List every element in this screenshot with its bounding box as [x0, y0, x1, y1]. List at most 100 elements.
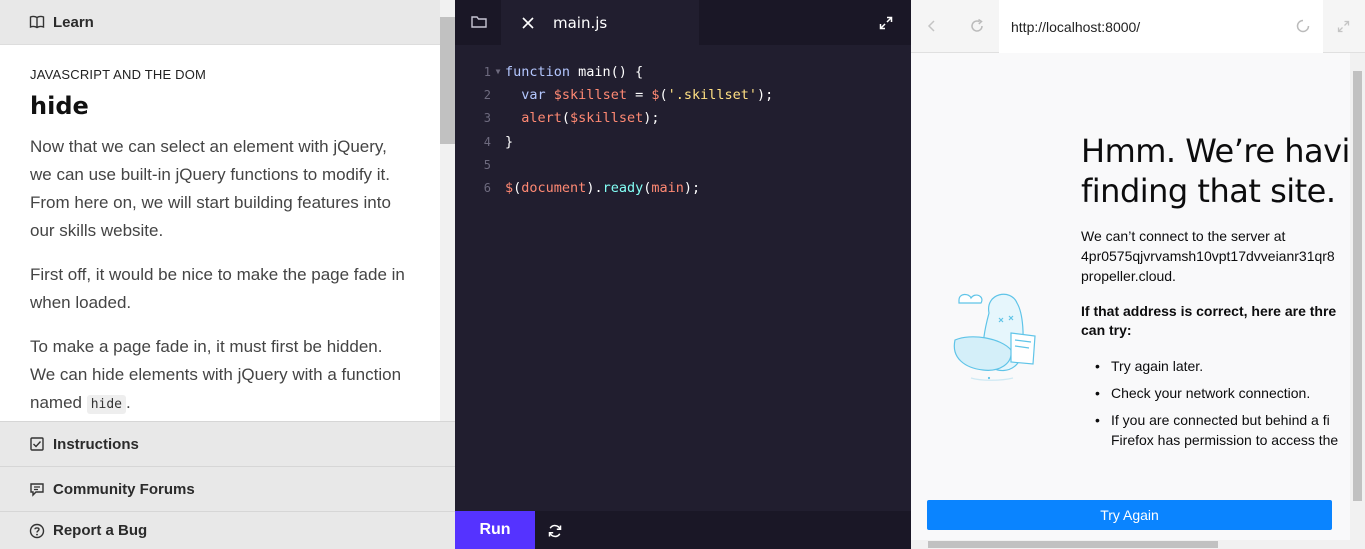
code-line: 3 alert($skillset); [455, 107, 911, 130]
lesson-kicker: JAVASCRIPT AND THE DOM [30, 67, 207, 82]
code-area[interactable]: 1 ▼ function main() { 2 var $skillset = $(… [455, 60, 911, 200]
code-line: 4} [455, 130, 911, 153]
code-token: main() { [570, 63, 644, 80]
list-item-text: Firefox has permission to access the [1111, 432, 1339, 448]
inline-code: hide [86, 395, 127, 414]
lesson-content: JAVASCRIPT AND THE DOM hide Now that we … [0, 45, 440, 421]
learn-header[interactable]: Learn [0, 0, 440, 45]
loading-spinner-icon [1296, 19, 1310, 33]
error-description: We can’t connect to the server at 4pr057… [1081, 226, 1335, 286]
error-desc-line: propeller.cloud. [1081, 268, 1176, 284]
error-desc-line: We can’t connect to the server at [1081, 228, 1286, 244]
code-line: 6 $(document). ready(main); [455, 176, 911, 199]
line-number: 4 [483, 134, 491, 149]
line-number: 2 [483, 87, 491, 102]
tab-label: main.js [553, 13, 608, 32]
community-forums-label: Community Forums [53, 480, 195, 498]
lesson-paragraph: First off, it would be nice to make the … [30, 265, 405, 312]
expand-icon[interactable] [879, 16, 893, 30]
error-desc-line: 4pr0575qjvrvamsh10vpt17dvveianr31qr8 [1081, 248, 1335, 264]
chat-icon [29, 481, 45, 497]
instructions-button[interactable]: Instructions [0, 421, 455, 466]
expand-icon[interactable] [1337, 20, 1350, 33]
code-token: alert [521, 110, 562, 127]
suggestion-list: Try again later. Check your network conn… [1095, 356, 1338, 457]
checkbox-icon [29, 436, 45, 452]
folder-icon[interactable] [470, 14, 488, 30]
code-line: 5 [455, 153, 911, 176]
error-title: Hmm. We’re having finding that site. [1081, 131, 1350, 211]
close-icon[interactable] [521, 16, 535, 30]
scrollbar-thumb[interactable] [1353, 71, 1362, 501]
line-number: 3 [483, 111, 491, 126]
code-token: ( [643, 180, 652, 197]
code-token: } [505, 133, 514, 150]
editor-toolbar: Run [455, 511, 911, 549]
url-text: http://localhost:8000/ [1011, 18, 1141, 35]
code-token: '.skillset' [667, 86, 758, 103]
try-again-button[interactable]: Try Again [927, 500, 1332, 530]
code-token: = [626, 86, 652, 103]
list-item: Check your network connection. [1095, 383, 1338, 403]
learn-panel: Learn JAVASCRIPT AND THE DOM hide Now th… [0, 0, 455, 549]
learn-header-label: Learn [53, 13, 94, 31]
code-token: $ [505, 180, 514, 197]
fold-arrow-icon[interactable]: ▼ [491, 67, 505, 76]
error-title-line: Hmm. We’re having [1081, 132, 1350, 170]
scrollbar-thumb[interactable] [928, 541, 1218, 548]
code-token: ); [643, 110, 660, 127]
code-token: ready [602, 180, 644, 197]
list-item: Try again later. [1095, 356, 1338, 376]
lesson-scrollbar[interactable] [440, 0, 455, 421]
error-suggestions-heading: If that address is correct, here are thr… [1081, 302, 1336, 340]
run-button[interactable]: Run [455, 511, 535, 549]
lesson-scrollbar-thumb[interactable] [440, 17, 455, 144]
horizontal-scrollbar[interactable] [911, 540, 1365, 549]
paragraph-text: To make a page fade in, it must first be… [30, 337, 402, 412]
community-forums-button[interactable]: Community Forums [0, 466, 455, 511]
code-token: ( [659, 86, 668, 103]
heading-line: can try: [1081, 322, 1132, 338]
instructions-label: Instructions [53, 435, 139, 453]
browser-preview: http://localhost:8000/ Hmm. We’re having… [911, 0, 1365, 549]
code-token: function [505, 63, 571, 80]
list-item-text: Try again later. [1111, 358, 1204, 374]
error-title-line: finding that site. [1081, 172, 1336, 210]
code-token: $skillset [553, 86, 627, 103]
code-line: 1 ▼ function main() { [455, 60, 911, 83]
report-bug-button[interactable]: Report a Bug [0, 511, 455, 549]
report-bug-label: Report a Bug [53, 522, 148, 539]
code-token: ); [757, 86, 774, 103]
list-item-text: If you are connected but behind a fi [1111, 412, 1330, 428]
tab-main-js[interactable]: main.js [501, 0, 699, 45]
reload-icon[interactable] [969, 18, 985, 34]
error-page: Hmm. We’re having finding that site. We … [911, 53, 1350, 540]
code-token: ( [561, 110, 571, 127]
code-token: var [521, 86, 546, 103]
vertical-scrollbar[interactable] [1350, 53, 1365, 540]
code-token: main [651, 180, 684, 197]
paragraph-text: . [126, 393, 131, 412]
code-token: $skillset [570, 110, 644, 127]
line-number: 6 [483, 181, 491, 196]
address-bar[interactable]: http://localhost:8000/ [999, 0, 1323, 53]
heading-line: If that address is correct, here are thr… [1081, 303, 1337, 319]
code-token: ( [513, 180, 522, 197]
code-line: 2 var $skillset = $('.skillset'); [455, 83, 911, 106]
lesson-paragraph: Now that we can select an element with j… [30, 137, 391, 240]
browser-toolbar: http://localhost:8000/ [911, 0, 1365, 53]
code-token: $ [651, 86, 660, 103]
help-circle-icon [29, 523, 45, 539]
lesson-title: hide [30, 92, 89, 120]
code-token: ). [586, 180, 603, 197]
list-item: If you are connected but behind a fi Fire… [1095, 410, 1338, 450]
error-mascot-icon [953, 293, 1036, 381]
code-token: ); [683, 180, 701, 197]
back-icon[interactable] [925, 19, 939, 33]
line-number: 1 [483, 64, 491, 79]
editor-tabbar: main.js [455, 0, 911, 45]
line-number: 5 [483, 157, 491, 172]
reset-icon[interactable] [547, 523, 563, 539]
lesson-paragraph: To make a page fade in, it must first be… [30, 333, 410, 419]
code-editor: main.js 1 ▼ function main() { 2 var $skill… [455, 0, 911, 549]
